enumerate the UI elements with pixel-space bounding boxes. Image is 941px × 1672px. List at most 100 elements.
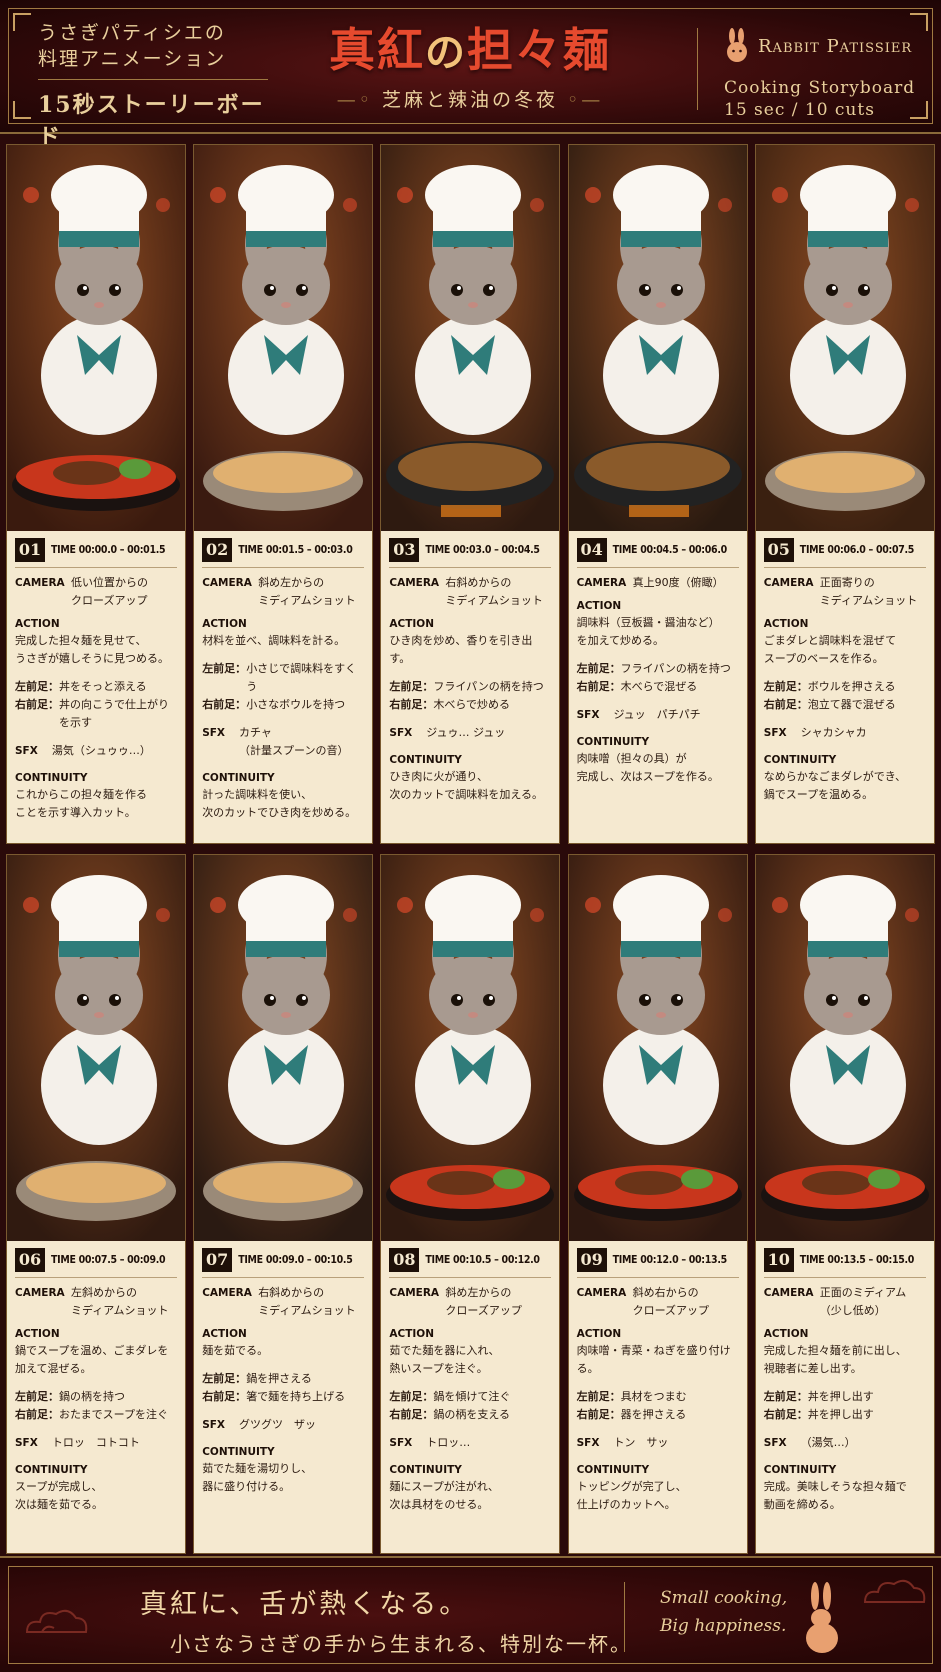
- right-paw-row: 右前足： おたまでスープを注ぐ: [15, 1406, 177, 1424]
- right-paw-row: 右前足： 木べらで炒める: [389, 696, 551, 714]
- action-label: ACTION: [202, 1328, 247, 1340]
- time-label: TIME: [425, 1254, 451, 1266]
- divider: [15, 1277, 177, 1278]
- cut-scene: [7, 145, 185, 531]
- left-paw-label: 左前足：: [763, 680, 808, 693]
- sfx-row: SFX グツグツ ザッ: [202, 1416, 364, 1434]
- sfx-row: SFX トロッ…: [389, 1434, 551, 1452]
- continuity-label: CONTINUITY: [389, 754, 462, 766]
- cut-number: 08: [389, 1248, 420, 1272]
- cut-header: 04 TIME 00:04.5 – 00:06.0: [576, 537, 739, 563]
- continuity-label: CONTINUITY: [15, 772, 88, 784]
- camera-value: 左斜めからの ミディアムショット: [71, 1286, 169, 1317]
- storyboard-cut: 05 TIME 00:06.0 – 00:07.5 CAMERA 正面寄りの ミ…: [754, 144, 935, 844]
- cut-number: 06: [15, 1248, 45, 1272]
- sfx-value: （湯気…）: [800, 1436, 856, 1449]
- right-paw-row: 右前足： 箸で麺を持ち上げる: [202, 1388, 364, 1406]
- cut-info: 08 TIME 00:10.5 – 00:12.0 CAMERA 斜め左からの …: [381, 1241, 559, 1553]
- divider: [38, 79, 268, 80]
- time-value: 00:12.0 – 00:13.5: [640, 1254, 727, 1266]
- time-label: TIME: [51, 1254, 76, 1266]
- continuity-value: 完成。美味しそうな担々麺で 動画を締める。: [763, 1480, 907, 1511]
- right-paw-label: 右前足：: [576, 1408, 621, 1421]
- cut-header: 08 TIME 00:10.5 – 00:12.0: [389, 1247, 551, 1273]
- storyboard-cut: 09 TIME 00:12.0 – 00:13.5 CAMERA 斜め右からの …: [567, 854, 748, 1554]
- action-value: 完成した担々麺を見せて、 うさぎが嬉しそうに見つめる。: [15, 634, 169, 665]
- sfx-value: トロッ コトコト: [51, 1436, 140, 1449]
- scene-illustration: [7, 145, 185, 531]
- page-title: 真紅の担々麺: [290, 22, 650, 81]
- paws-block: 左前足： 具材をつまむ 右前足： 器を押さえる: [577, 1388, 739, 1424]
- time-value: 00:13.5 – 00:15.0: [827, 1254, 915, 1266]
- footer-banner: 真紅に、舌が熱くなる。 小さなうさぎの手から生まれる、特別な一杯。 Small …: [0, 1556, 941, 1672]
- sfx-row: SFX トロッ コトコト: [15, 1434, 177, 1452]
- sfx-label: SFX: [389, 727, 413, 739]
- corner-ornament: [13, 13, 31, 31]
- cut-info: 04 TIME 00:04.5 – 00:06.0 CAMERA 真上90度（俯…: [569, 531, 747, 843]
- action-value: 麺を茹でる。: [202, 1344, 269, 1357]
- time-label: TIME: [799, 544, 825, 556]
- action-block: ACTION 完成した担々麺を見せて、 うさぎが嬉しそうに見つめる。: [15, 616, 177, 668]
- camera-label: CAMERA: [576, 577, 627, 589]
- cut-info: 09 TIME 00:12.0 – 00:13.5 CAMERA 斜め右からの …: [569, 1241, 747, 1553]
- right-paw-value: 木べらで炒める: [433, 698, 511, 711]
- action-block: ACTION 肉味噌・青菜・ねぎを盛り付ける。: [577, 1326, 739, 1378]
- sfx-row: SFX ジュゥ… ジュッ: [389, 724, 551, 742]
- time-label: TIME: [51, 544, 76, 556]
- right-paw-label: 右前足：: [15, 1408, 59, 1421]
- right-paw-value: 器を押さえる: [620, 1408, 687, 1421]
- header-left-line3: 15秒ストーリーボード: [38, 92, 265, 150]
- sfx-value: 湯気（シュゥゥ…）: [51, 744, 151, 757]
- sfx-row: SFX カチャ （計量スプーンの音）: [202, 724, 364, 760]
- cut-number: 03: [389, 538, 420, 562]
- time-label: TIME: [799, 1254, 825, 1266]
- rabbit-logo-icon: [727, 28, 747, 62]
- sfx-row: SFX シャカシャカ: [764, 724, 926, 742]
- right-paw-value: 丼を押し出す: [807, 1408, 874, 1421]
- right-paw-value: 木べらで混ぜる: [620, 680, 698, 693]
- title-part3: 担々麺: [467, 23, 611, 77]
- continuity-label: CONTINUITY: [763, 754, 837, 766]
- left-paw-value: 丼を押し出す: [807, 1390, 874, 1403]
- scene-illustration: [568, 145, 747, 531]
- time-value: 00:07.5 – 00:09.0: [78, 1254, 166, 1266]
- continuity-value: なめらかなごまダレができ、 鍋でスープを温める。: [763, 770, 907, 801]
- right-paw-label: 右前足：: [202, 698, 247, 711]
- cut-header: 03 TIME 00:03.0 – 00:04.5: [389, 537, 551, 563]
- sfx-label: SFX: [202, 727, 226, 739]
- left-paw-label: 左前足：: [576, 662, 621, 675]
- time-label: TIME: [612, 1254, 638, 1266]
- cut-number: 05: [763, 538, 794, 562]
- continuity-block: CONTINUITY これからこの担々麺を作る ことを示す導入カット。: [15, 770, 177, 822]
- right-paw-value: 泡立て器で混ぜる: [807, 698, 896, 711]
- header-right-line2: 15 sec / 10 cuts: [724, 100, 875, 120]
- cloud-ornament-icon: [25, 1609, 88, 1633]
- cut-time: TIME 00:07.5 – 00:09.0: [51, 1254, 166, 1266]
- camera-row: CAMERA 斜め右からの クローズアップ: [577, 1284, 739, 1320]
- footer-subtagline: 小さなうさぎの手から生まれる、特別な一杯。: [170, 1632, 632, 1656]
- sfx-value: ジュゥ… ジュッ: [426, 726, 506, 739]
- left-paw-value: 鍋の柄を持つ: [59, 1390, 125, 1403]
- action-label: ACTION: [15, 1328, 60, 1340]
- right-paw-row: 右前足： 器を押さえる: [577, 1406, 739, 1424]
- time-value: 00:04.5 – 00:06.0: [640, 544, 727, 556]
- continuity-value: 計った調味料を使い、 次のカットでひき肉を炒める。: [202, 788, 357, 819]
- time-value: 00:03.0 – 00:04.5: [453, 544, 540, 556]
- storyboard-cut: 03 TIME 00:03.0 – 00:04.5 CAMERA 右斜めからの …: [380, 144, 561, 844]
- action-value: 茹でた麺を器に入れ、 熱いスープを注ぐ。: [389, 1344, 500, 1375]
- left-paw-label: 左前足：: [576, 1390, 621, 1403]
- sfx-label: SFX: [389, 1437, 413, 1449]
- header-left-line2: 料理アニメーション: [38, 48, 227, 70]
- divider: [15, 567, 177, 568]
- time-value: 00:01.5 – 00:03.0: [265, 544, 353, 556]
- continuity-block: CONTINUITY 茹でた麺を湯切りし、 器に盛り付ける。: [202, 1444, 364, 1496]
- cut-header: 10 TIME 00:13.5 – 00:15.0: [763, 1247, 926, 1273]
- divider: [763, 1277, 926, 1278]
- right-paw-label: 右前足：: [576, 680, 621, 693]
- camera-value: 右斜めからの ミディアムショット: [445, 576, 543, 607]
- left-paw-row: 左前足： フライパンの柄を持つ: [577, 660, 739, 678]
- camera-value: 右斜めからの ミディアムショット: [258, 1286, 356, 1317]
- left-paw-label: 左前足：: [763, 1390, 808, 1403]
- right-paw-label: 右前足：: [389, 1408, 434, 1421]
- cut-scene: [755, 145, 934, 531]
